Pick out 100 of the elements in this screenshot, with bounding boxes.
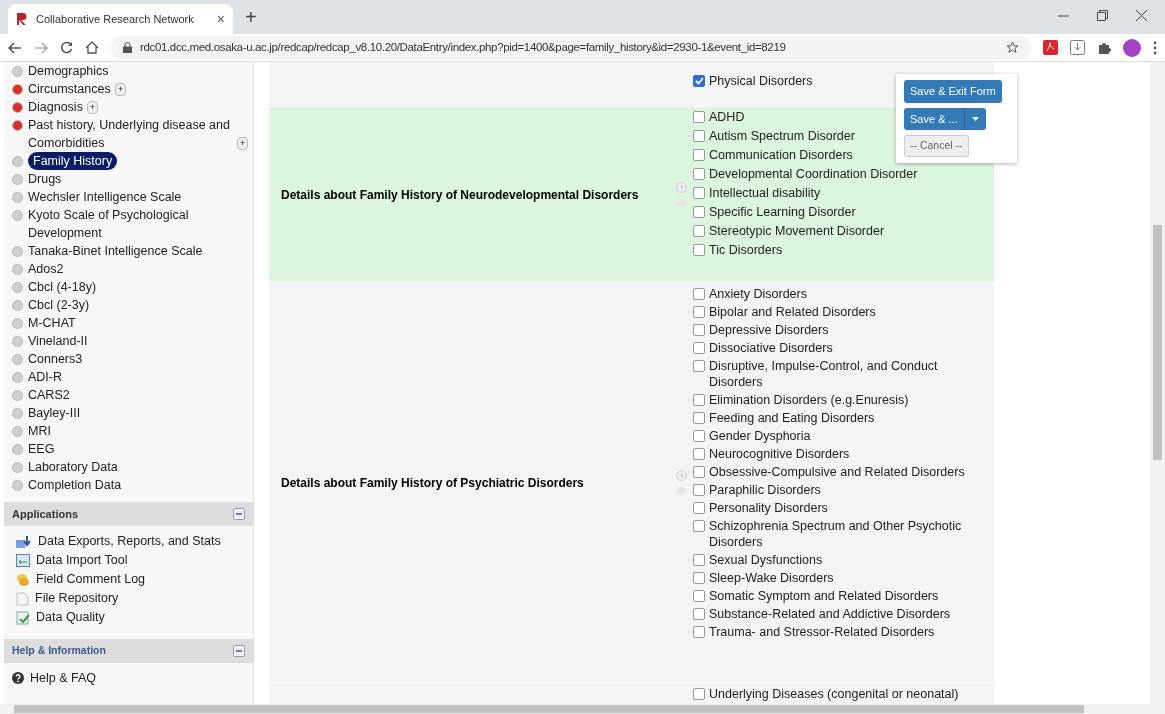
instrument-link[interactable]: Laboratory Data (28, 458, 118, 476)
collapse-icon[interactable] (233, 645, 245, 657)
collapse-icon[interactable] (233, 508, 245, 520)
app-link[interactable]: Help & FAQ (30, 669, 96, 687)
checkbox[interactable] (693, 590, 705, 602)
checkbox[interactable] (693, 448, 705, 460)
checkbox[interactable] (693, 342, 705, 354)
instrument-link[interactable]: MRI (28, 422, 51, 440)
option-label: Anxiety Disorders (709, 286, 807, 302)
expand-button[interactable]: + (114, 83, 126, 97)
instrument-link[interactable]: Bayley-III (28, 404, 81, 422)
scrollbar-thumb[interactable] (1153, 225, 1162, 460)
app-link[interactable]: Data Import Tool (36, 551, 128, 570)
option-label: Sexual Dysfunctions (709, 552, 823, 568)
app-link[interactable]: Data Exports, Reports, and Stats (38, 532, 221, 551)
horizontal-scrollbar[interactable] (0, 704, 1165, 714)
instrument-link[interactable]: Cbcl (4-18y) (28, 278, 97, 296)
instrument-link[interactable]: M-CHAT (28, 314, 76, 332)
checkbox[interactable] (693, 554, 705, 566)
expand-button[interactable]: + (86, 101, 99, 115)
option-label: Dissociative Disorders (709, 340, 833, 356)
home-icon[interactable] (85, 41, 99, 54)
instrument-link[interactable]: CARS2 (28, 386, 70, 404)
instrument-link[interactable]: Ados2 (28, 260, 64, 278)
instrument-link[interactable]: Conners3 (28, 350, 83, 368)
save-exit-button[interactable]: Save & Exit Form (904, 80, 1002, 103)
option-label: Obsessive-Compulsive and Related Disorders (709, 464, 965, 480)
option-label: Schizophrenia Spectrum and Other Psychotic Disorders (709, 518, 963, 550)
scrollbar-thumb[interactable] (14, 705, 1084, 713)
instrument-link[interactable]: Wechsler Intelligence Scale (28, 188, 182, 206)
option-label: Gender Dysphoria (709, 428, 811, 444)
checkbox[interactable] (693, 430, 705, 442)
new-tab-button[interactable]: + (245, 2, 257, 32)
section-title: Applications (12, 506, 78, 522)
puzzle-icon[interactable] (1097, 40, 1111, 55)
restore-icon[interactable] (1097, 9, 1108, 21)
menu-icon[interactable] (1153, 40, 1157, 55)
checkbox[interactable] (693, 149, 705, 161)
instrument-link[interactable]: Family History (28, 152, 118, 170)
app-link[interactable]: File Repository (35, 589, 119, 608)
save-button[interactable]: Save & ... (904, 107, 965, 130)
forward-icon[interactable] (34, 41, 48, 54)
option-label: Tic Disorders (709, 242, 783, 258)
checkbox[interactable] (693, 75, 705, 87)
checkbox[interactable] (693, 360, 705, 372)
history-icon (675, 469, 687, 481)
instrument-link[interactable]: Circumstances (28, 80, 111, 98)
instrument-link[interactable]: Vineland-II (28, 332, 88, 350)
app-logo-icon (16, 12, 28, 26)
checkbox[interactable] (693, 206, 705, 218)
checkbox[interactable] (693, 502, 705, 514)
checkbox[interactable] (693, 306, 705, 318)
vertical-scrollbar[interactable] (1150, 62, 1165, 704)
instrument-link[interactable]: Demographics (28, 62, 109, 80)
checkbox[interactable] (693, 288, 705, 300)
checkbox[interactable] (693, 608, 705, 620)
instrument-link[interactable]: ADI-R (28, 368, 63, 386)
dropdown-button[interactable] (964, 107, 986, 130)
option-label: Underlying Diseases (congenital or neonatal) (709, 686, 959, 702)
download-extension-icon[interactable] (1070, 40, 1085, 55)
option-label: Depressive Disorders (709, 322, 829, 338)
app-link[interactable]: Data Quality (36, 608, 105, 627)
checkbox[interactable] (693, 572, 705, 584)
close-icon[interactable] (1136, 9, 1147, 21)
checkbox[interactable] (693, 466, 705, 478)
instrument-link[interactable]: Cbcl (2-3y) (28, 296, 90, 314)
profile-avatar[interactable] (1123, 38, 1141, 57)
tab-close-button[interactable]: × (216, 8, 225, 30)
checkbox[interactable] (693, 225, 705, 237)
checkbox[interactable] (693, 626, 705, 638)
instrument-link[interactable]: Tanaka-Binet Intelligence Scale (28, 242, 203, 260)
checkbox[interactable] (693, 187, 705, 199)
checkbox[interactable] (693, 130, 705, 142)
star-icon[interactable] (1006, 41, 1019, 54)
instrument-link[interactable]: EEG (28, 440, 55, 458)
checkbox[interactable] (693, 484, 705, 496)
browser-tab[interactable]: Collaborative Research Network × (8, 4, 233, 34)
checkbox[interactable] (693, 244, 705, 256)
instrument-link[interactable]: Diagnosis (28, 98, 83, 116)
instrument-link[interactable]: Kyoto Scale of Psychological Development (28, 206, 233, 242)
checkbox[interactable] (693, 688, 705, 700)
app-link[interactable]: Field Comment Log (36, 570, 146, 589)
checkbox[interactable] (693, 412, 705, 424)
cancel-button[interactable]: -- Cancel -- (904, 135, 969, 157)
checkbox[interactable] (693, 324, 705, 336)
option-label: Communication Disorders (709, 147, 853, 163)
pdf-extension-icon[interactable] (1043, 40, 1058, 55)
instrument-link[interactable]: Past history, Underlying disease and Comorbidities (28, 116, 233, 152)
reload-icon[interactable] (60, 41, 73, 54)
checkbox[interactable] (693, 168, 705, 180)
checkbox[interactable] (693, 111, 705, 123)
option-label: Neurocognitive Disorders (709, 446, 850, 462)
checkbox[interactable] (693, 520, 705, 532)
instrument-link[interactable]: Drugs (28, 170, 62, 188)
expand-button[interactable]: + (237, 137, 249, 151)
instrument-link[interactable]: Completion Data (28, 476, 122, 494)
back-icon[interactable] (8, 41, 22, 54)
address-bar[interactable]: rdc01.dcc.med.osaka-u.ac.jp/redcap/redcap_v8.10.20/DataEntry/index.php?pid=1400&page=family_history&id=2930-1&event_id=8219 (111, 35, 1031, 60)
option-label: Stereotypic Movement Disorder (709, 223, 885, 239)
checkbox[interactable] (693, 394, 705, 406)
